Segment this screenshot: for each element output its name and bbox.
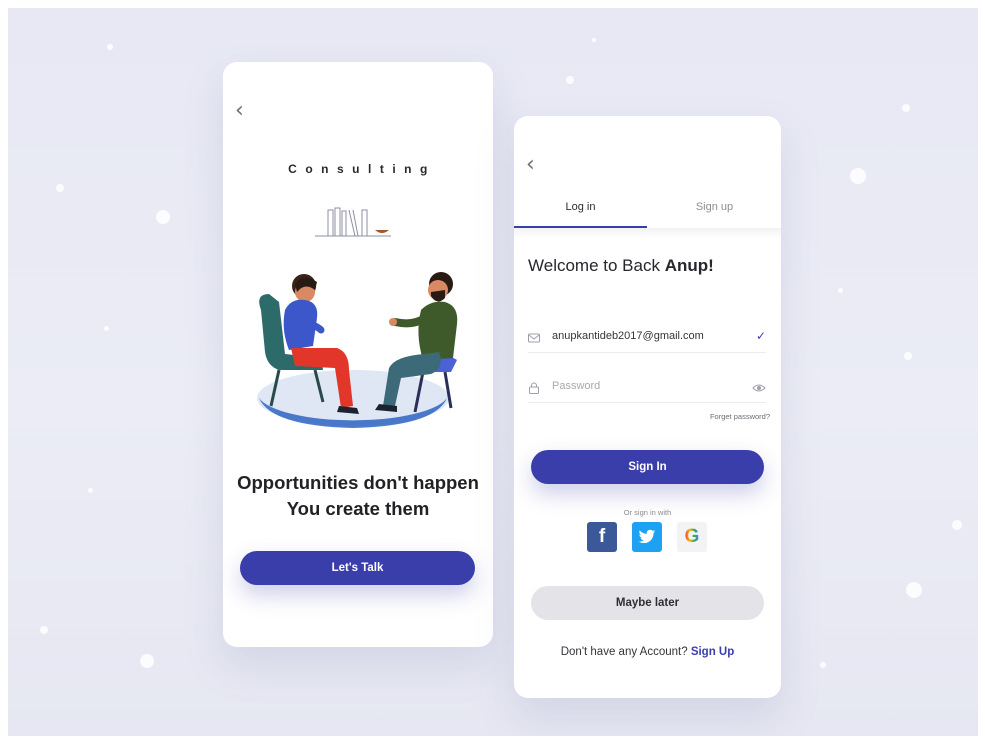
facebook-icon[interactable]: f bbox=[587, 522, 617, 552]
password-input[interactable] bbox=[552, 380, 742, 392]
welcome-name: Anup! bbox=[664, 256, 714, 275]
twitter-icon[interactable] bbox=[632, 522, 662, 552]
mail-icon bbox=[528, 333, 540, 343]
headline-line-2: You create them bbox=[286, 498, 430, 519]
decor-dot bbox=[592, 38, 596, 42]
decor-dot bbox=[820, 662, 826, 668]
decor-dot bbox=[850, 168, 866, 184]
decor-dot bbox=[838, 288, 843, 293]
no-account-text: Don't have any Account? bbox=[560, 646, 688, 658]
decor-dot bbox=[906, 582, 922, 598]
chevron-left-icon[interactable]: ‹ bbox=[235, 100, 244, 122]
tab-log-in[interactable]: Log in bbox=[514, 196, 647, 228]
twitter-bird bbox=[638, 529, 656, 544]
decor-dot bbox=[902, 104, 910, 112]
sign-up-link[interactable]: Sign Up bbox=[691, 646, 734, 658]
google-icon[interactable]: G bbox=[677, 522, 707, 552]
showcase-background: ‹ Consulting Opportunities don't happen … bbox=[8, 8, 978, 736]
forgot-password-link[interactable]: Forget password? bbox=[710, 412, 770, 421]
password-field bbox=[528, 376, 766, 403]
consulting-screen: ‹ Consulting Opportunities don't happen … bbox=[223, 62, 493, 647]
headline: Opportunities don't happen You create th… bbox=[223, 470, 493, 522]
headline-line-1: Opportunities don't happen bbox=[237, 472, 479, 493]
tab-divider bbox=[514, 228, 781, 238]
no-account-prompt: Don't have any Account? Sign Up bbox=[514, 646, 781, 658]
eye-icon[interactable] bbox=[752, 382, 766, 394]
decor-dot bbox=[88, 488, 93, 493]
decor-dot bbox=[140, 654, 154, 668]
sign-in-button[interactable]: Sign In bbox=[531, 450, 764, 484]
email-input[interactable] bbox=[552, 330, 742, 342]
welcome-heading: Welcome to Back Anup! bbox=[528, 256, 714, 276]
login-screen: ‹ Log in Sign up Welcome to Back Anup! ✓ bbox=[514, 116, 781, 698]
google-glyph: G bbox=[684, 526, 700, 547]
chevron-left-icon[interactable]: ‹ bbox=[526, 154, 535, 176]
lock-icon bbox=[529, 382, 539, 394]
or-sign-in-label: Or sign in with bbox=[623, 508, 672, 517]
lets-talk-button[interactable]: Let's Talk bbox=[240, 551, 475, 585]
email-field: ✓ bbox=[528, 326, 766, 353]
decor-dot bbox=[107, 44, 113, 50]
decor-dot bbox=[952, 520, 962, 530]
facebook-glyph: f bbox=[598, 526, 606, 547]
bookshelf-icon bbox=[315, 207, 391, 237]
decor-dot bbox=[104, 326, 109, 331]
welcome-prefix: Welcome to Back bbox=[528, 256, 660, 275]
decor-dot bbox=[156, 210, 170, 224]
consulting-illustration bbox=[257, 207, 458, 428]
auth-tabs: Log in Sign up bbox=[514, 196, 781, 228]
maybe-later-button[interactable]: Maybe later bbox=[531, 586, 764, 620]
decor-dot bbox=[40, 626, 48, 634]
tab-sign-up[interactable]: Sign up bbox=[648, 196, 781, 226]
decor-dot bbox=[566, 76, 574, 84]
decor-dot bbox=[904, 352, 912, 360]
decor-dot bbox=[56, 184, 64, 192]
check-icon: ✓ bbox=[755, 329, 766, 343]
consulting-title: Consulting bbox=[288, 162, 436, 176]
